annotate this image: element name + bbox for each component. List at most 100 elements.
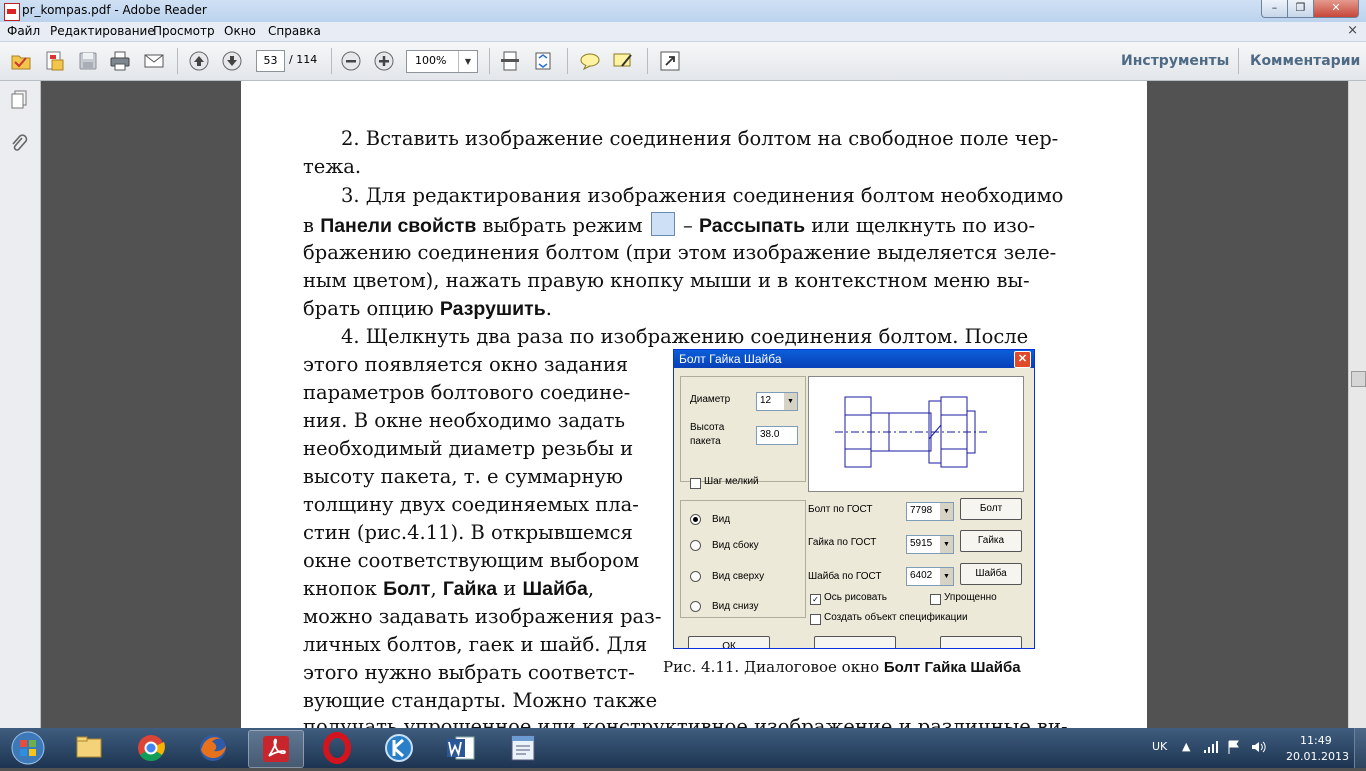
next-page-icon[interactable] [221, 50, 243, 72]
text-line: ния. В окне необходимо задать [303, 409, 626, 432]
nut-gost-label: Гайка по ГОСТ [808, 537, 877, 548]
vertical-scrollbar[interactable] [1348, 81, 1366, 728]
pdf-page: 2. Вставить изображение соединения болто… [241, 81, 1147, 728]
text-line: необходимый диаметр резьбы и [303, 437, 634, 460]
page-thumbnails-icon[interactable] [9, 89, 29, 111]
zoom-in-icon[interactable] [373, 50, 395, 72]
menu-view[interactable]: Просмотр [153, 24, 215, 38]
height-value: 38.0 [760, 429, 780, 440]
zoom-out-icon[interactable] [340, 50, 362, 72]
scrollbar-thumb[interactable] [1351, 371, 1366, 387]
text-line: в Панели свойств выбрать режим – Рассыпа… [303, 212, 1036, 237]
text-line: можно задавать изображения раз- [303, 605, 662, 628]
text-line: получать упрощенное или конструктивное и… [303, 715, 1068, 728]
figure-caption: Рис. 4.11. Диалоговое окно Болт Гайка Ша… [663, 658, 1021, 676]
text-line: этого появляется окно задания [303, 353, 629, 376]
dialog-button [940, 636, 1022, 648]
text-line: личных болтов, гаек и шайб. Для [303, 633, 648, 656]
fine-pitch-checkbox [690, 478, 701, 489]
dialog-title: Болт Гайка Шайба [679, 352, 782, 366]
axis-label: Ось рисовать [824, 592, 887, 603]
taskbar-opera[interactable] [310, 730, 364, 766]
taskbar-adobe-reader[interactable] [248, 730, 304, 768]
chevron-down-icon[interactable]: ▼ [458, 51, 477, 72]
zoom-select[interactable]: 100% ▼ [406, 50, 478, 73]
view-radio [690, 514, 701, 525]
firefox-icon [200, 735, 226, 761]
open-file-icon[interactable] [10, 50, 32, 72]
comment-icon[interactable] [579, 50, 601, 72]
bolt-drawing [835, 396, 989, 468]
bolt-preview [808, 376, 1024, 492]
dialog-button [814, 636, 896, 648]
main-toolbar: 53 / 114 100% ▼ Инструменты Комментарии [0, 42, 1366, 81]
toolbar-separator [567, 48, 568, 74]
text-line: кнопок Болт, Гайка и Шайба, [303, 577, 595, 600]
print-icon[interactable] [109, 50, 131, 72]
menu-window[interactable]: Окно [224, 24, 256, 38]
fit-page-icon[interactable] [532, 50, 554, 72]
washer-button: Шайба [960, 563, 1022, 585]
volume-icon[interactable] [1250, 739, 1266, 755]
toolbar-separator [489, 48, 490, 74]
close-document-icon[interactable]: × [1347, 23, 1358, 38]
view-label: Вид [712, 514, 731, 525]
taskbar-kompas[interactable] [372, 730, 426, 766]
email-icon[interactable] [143, 50, 165, 72]
taskbar-word[interactable] [434, 730, 488, 766]
highlight-pen-icon[interactable] [612, 50, 634, 72]
washer-gost-value: 6402 [910, 570, 933, 581]
nut-button: Гайка [960, 530, 1022, 552]
text-line: тежа. [303, 155, 362, 178]
show-desktop-button[interactable] [1354, 728, 1366, 768]
view-side-radio [690, 540, 701, 551]
washer-gost-select: 6402 ▼ [906, 567, 954, 586]
action-center-flag-icon[interactable] [1226, 739, 1242, 755]
explode-mode-icon [650, 212, 675, 236]
diameter-value: 12 [760, 395, 772, 406]
clock-time[interactable]: 11:49 [1300, 734, 1332, 747]
start-button-icon[interactable] [3, 729, 53, 767]
close-window-button[interactable]: ✕ [1313, 0, 1359, 18]
taskbar-firefox[interactable] [186, 730, 240, 766]
dialog-title-bar: Болт Гайка Шайба ✕ [674, 350, 1034, 368]
navigation-pane [0, 81, 41, 728]
text-line: толщину двух соединяемых пла- [303, 493, 639, 516]
scrolling-mode-icon[interactable] [499, 50, 521, 72]
chevron-down-icon: ▼ [940, 536, 953, 553]
show-hidden-icons[interactable]: ▲ [1182, 740, 1190, 753]
close-icon: ✕ [1014, 351, 1031, 368]
text-line: 2. Вставить изображение соединения болто… [341, 127, 1059, 150]
text-line: параметров болтового соедине- [303, 381, 631, 404]
page-number-input[interactable]: 53 [256, 50, 285, 72]
clock-date[interactable]: 20.01.2013 [1286, 750, 1349, 763]
taskbar-chrome[interactable] [124, 730, 178, 766]
tools-pane-link[interactable]: Инструменты [1121, 53, 1229, 69]
document-viewport[interactable]: 2. Вставить изображение соединения болто… [41, 81, 1348, 728]
menu-edit[interactable]: Редактирование [50, 24, 155, 38]
pdf-file-icon [4, 3, 20, 21]
menu-file[interactable]: Файл [7, 24, 40, 38]
taskbar-notepad-app[interactable] [496, 730, 550, 766]
adobe-reader-icon [263, 736, 289, 762]
create-pdf-icon[interactable] [43, 50, 65, 72]
save-icon[interactable] [77, 50, 99, 72]
fullscreen-icon[interactable] [659, 50, 681, 72]
previous-page-icon[interactable] [188, 50, 210, 72]
simplified-checkbox [930, 594, 941, 605]
language-indicator[interactable]: UK [1152, 740, 1167, 753]
maximize-button[interactable]: ❐ [1287, 0, 1314, 18]
bolt-gost-select: 7798 ▼ [906, 502, 954, 521]
taskbar-explorer[interactable] [62, 730, 116, 766]
minimize-button[interactable]: – [1261, 0, 1288, 18]
spec-label: Создать объект спецификации [824, 612, 968, 623]
view-bottom-radio [690, 601, 701, 612]
height-label: Высота [690, 422, 725, 433]
comments-pane-link[interactable]: Комментарии [1250, 53, 1360, 69]
bolt-gost-value: 7798 [910, 505, 933, 516]
menu-help[interactable]: Справка [268, 24, 321, 38]
nut-gost-select: 5915 ▼ [906, 535, 954, 554]
attachments-paperclip-icon[interactable] [9, 132, 29, 154]
page-total: / 114 [289, 53, 318, 66]
network-icon[interactable] [1203, 740, 1219, 754]
